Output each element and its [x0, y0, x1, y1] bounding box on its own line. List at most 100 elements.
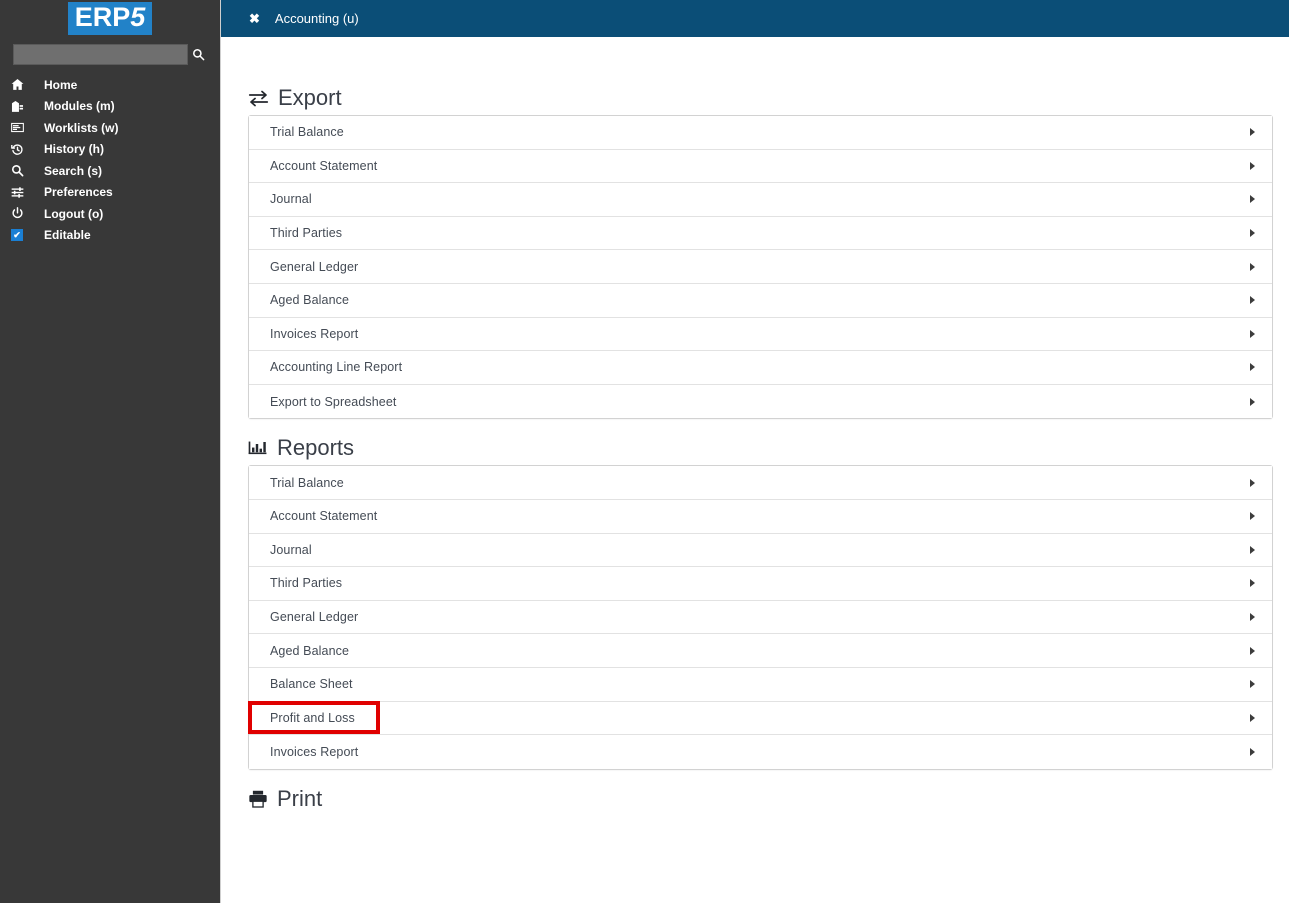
- sidebar-item-label: Search (s): [44, 163, 103, 178]
- search-icon[interactable]: [188, 44, 209, 65]
- chevron-right-icon[interactable]: [1250, 646, 1255, 655]
- list-item-label: Profit and Loss: [270, 710, 355, 725]
- chevron-right-icon[interactable]: [1250, 195, 1255, 204]
- sidebar-item-label: Home: [44, 77, 78, 92]
- sidebar-item-history[interactable]: History (h): [0, 139, 221, 161]
- list-item[interactable]: Account Statement: [249, 499, 1272, 534]
- bar-chart-icon: [248, 438, 268, 458]
- list-item[interactable]: Journal: [249, 533, 1272, 568]
- list-item[interactable]: Balance Sheet: [249, 667, 1272, 702]
- reports-list: Trial Balance Account Statement Journal …: [248, 465, 1273, 770]
- list-item[interactable]: Trial Balance: [249, 466, 1272, 500]
- list-item-label: Balance Sheet: [270, 677, 353, 692]
- chevron-right-icon[interactable]: [1250, 161, 1255, 170]
- sliders-icon: [11, 186, 31, 199]
- checkbox-check-glyph: ✔: [11, 229, 23, 242]
- sidebar-item-home[interactable]: Home: [0, 74, 221, 96]
- section-title-text: Export: [278, 85, 342, 110]
- chevron-right-icon[interactable]: [1250, 747, 1255, 756]
- main-content: Export Trial Balance Account Statement J…: [221, 37, 1289, 903]
- sidebar-item-label: Modules (m): [44, 99, 115, 114]
- exchange-icon: [248, 88, 269, 109]
- section-title-reports: Reports: [248, 431, 1289, 465]
- section-reports: Reports Trial Balance Account Statement …: [248, 431, 1289, 770]
- sidebar-item-label: History (h): [44, 142, 104, 157]
- list-item-label: Aged Balance: [270, 643, 350, 658]
- chevron-right-icon[interactable]: [1250, 478, 1255, 487]
- list-item[interactable]: Accounting Line Report: [249, 351, 1272, 385]
- section-title-text: Reports: [277, 435, 355, 461]
- logo-text: ERP: [74, 2, 131, 32]
- list-item[interactable]: Aged Balance: [249, 634, 1272, 668]
- list-item-label: Account Statement: [270, 509, 378, 524]
- sidebar-item-label: Logout (o): [44, 206, 104, 221]
- section-title-print: Print: [248, 782, 1289, 816]
- section-print: Print: [248, 782, 1289, 816]
- list-item[interactable]: Third Parties: [249, 216, 1272, 251]
- close-icon[interactable]: ✖: [249, 12, 260, 25]
- history-icon: [11, 143, 31, 156]
- sidebar-item-label: Editable: [44, 228, 91, 243]
- list-item-label: General Ledger: [270, 610, 359, 625]
- list-item-label: Invoices Report: [270, 744, 359, 759]
- list-item-profit-and-loss[interactable]: Profit and Loss: [248, 700, 1272, 736]
- chevron-right-icon[interactable]: [1250, 579, 1255, 588]
- list-item-label: Trial Balance: [270, 475, 344, 490]
- sidebar-item-search[interactable]: Search (s): [0, 160, 221, 182]
- list-item-label: Third Parties: [270, 226, 343, 241]
- sidebar-nav: Home Modules (m) Worklists (w) History (…: [0, 74, 221, 246]
- modules-icon: [11, 100, 31, 113]
- list-item-label: Trial Balance: [270, 125, 344, 140]
- sidebar-item-label: Preferences: [44, 185, 113, 200]
- chevron-right-icon[interactable]: [1250, 545, 1255, 554]
- section-title-text: Print: [277, 785, 323, 811]
- chevron-right-icon[interactable]: [1250, 329, 1255, 338]
- chevron-right-icon[interactable]: [1250, 713, 1255, 722]
- sidebar-search: [13, 44, 211, 65]
- checkbox-checked-icon[interactable]: ✔: [11, 229, 31, 242]
- list-item[interactable]: Third Parties: [249, 567, 1272, 601]
- chevron-right-icon[interactable]: [1250, 128, 1255, 137]
- chevron-right-icon[interactable]: [1250, 229, 1255, 238]
- chevron-right-icon[interactable]: [1250, 680, 1255, 689]
- list-item-label: Journal: [270, 192, 312, 207]
- logo-area: ERP5: [0, 0, 220, 37]
- list-item-label: General Ledger: [270, 259, 359, 274]
- erp5-accounting-page: ERP5 Home Modules (m) Worklists (w) Hist…: [0, 0, 1289, 903]
- sidebar-item-logout[interactable]: Logout (o): [0, 203, 221, 225]
- list-item-label: Aged Balance: [270, 293, 350, 308]
- list-item-label: Accounting Line Report: [270, 360, 403, 375]
- worklists-icon: [11, 121, 31, 134]
- erp5-logo[interactable]: ERP5: [67, 2, 153, 35]
- list-item[interactable]: Invoices Report: [249, 735, 1272, 769]
- chevron-right-icon[interactable]: [1250, 512, 1255, 521]
- search-input[interactable]: [13, 44, 188, 65]
- sidebar-item-preferences[interactable]: Preferences: [0, 182, 221, 204]
- sidebar-item-label: Worklists (w): [44, 120, 119, 135]
- power-icon: [11, 207, 31, 220]
- chevron-right-icon[interactable]: [1250, 262, 1255, 271]
- sidebar: ERP5 Home Modules (m) Worklists (w) Hist…: [0, 0, 221, 903]
- sidebar-item-worklists[interactable]: Worklists (w): [0, 117, 221, 139]
- chevron-right-icon[interactable]: [1250, 397, 1255, 406]
- printer-icon: [248, 789, 268, 809]
- chevron-right-icon[interactable]: [1250, 613, 1255, 622]
- list-item[interactable]: Export to Spreadsheet: [249, 384, 1272, 419]
- list-item[interactable]: General Ledger: [249, 250, 1272, 284]
- list-item[interactable]: Trial Balance: [249, 116, 1272, 150]
- list-item[interactable]: Journal: [249, 183, 1272, 217]
- list-item-label: Export to Spreadsheet: [270, 394, 397, 409]
- home-icon: [11, 78, 31, 91]
- list-item[interactable]: Invoices Report: [249, 317, 1272, 352]
- sidebar-item-modules[interactable]: Modules (m): [0, 96, 221, 118]
- list-item[interactable]: Aged Balance: [249, 283, 1272, 318]
- list-item-label: Third Parties: [270, 576, 343, 591]
- chevron-right-icon[interactable]: [1250, 296, 1255, 305]
- export-list: Trial Balance Account Statement Journal …: [248, 115, 1273, 420]
- tab-accounting[interactable]: ✖ Accounting (u): [221, 0, 373, 37]
- list-item[interactable]: General Ledger: [249, 600, 1272, 635]
- list-item-label: Invoices Report: [270, 326, 359, 341]
- chevron-right-icon[interactable]: [1250, 363, 1255, 372]
- sidebar-item-editable[interactable]: ✔ Editable: [0, 225, 221, 247]
- list-item[interactable]: Account Statement: [249, 149, 1272, 184]
